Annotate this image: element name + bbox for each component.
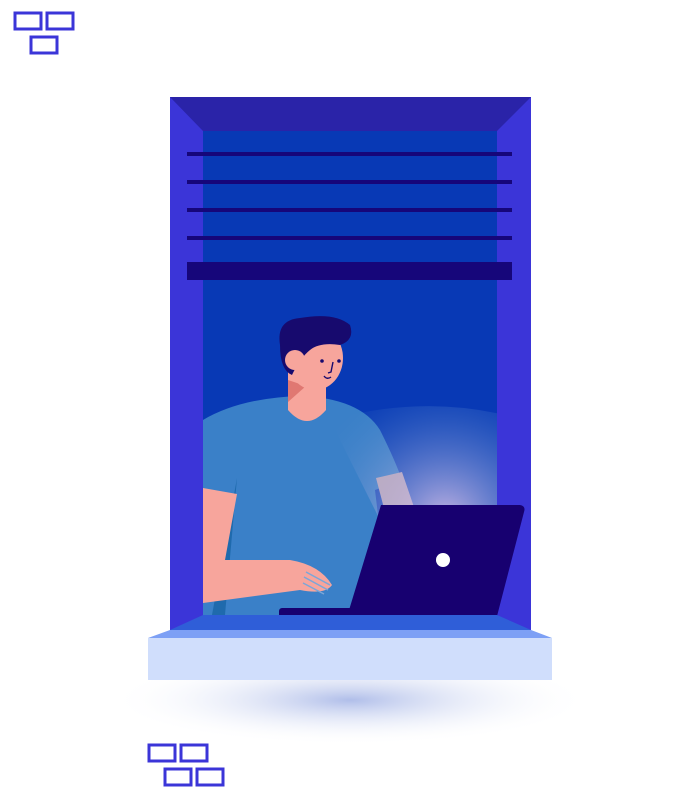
window-sill <box>148 615 552 680</box>
laptop-logo <box>436 553 450 567</box>
brick-icon-bottom <box>147 743 225 787</box>
illustration <box>13 11 590 787</box>
brick-icon-top <box>13 11 75 55</box>
